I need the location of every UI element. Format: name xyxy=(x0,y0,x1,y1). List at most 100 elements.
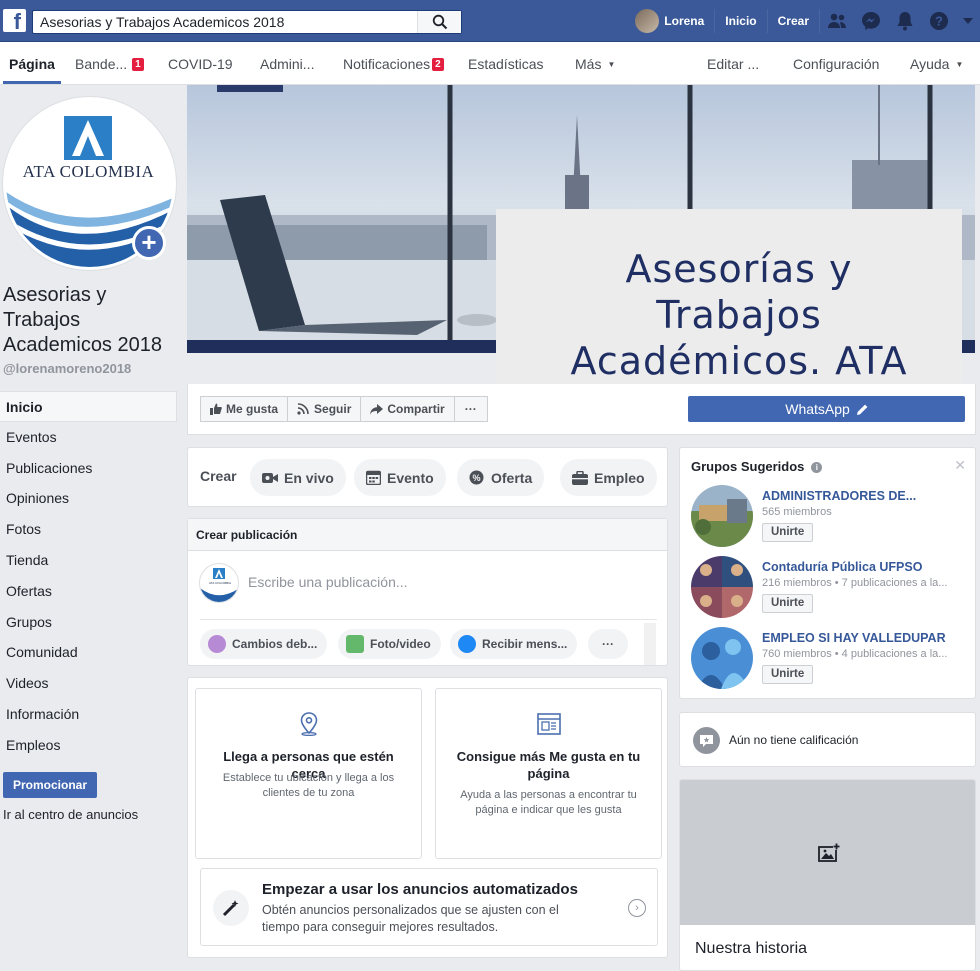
tab-label: Notificaciones xyxy=(343,56,431,72)
add-photo-button[interactable]: + xyxy=(132,226,166,260)
tab-admin[interactable]: Admini... xyxy=(260,42,314,84)
page-handle[interactable]: @lorenamoreno2018 xyxy=(3,361,131,376)
facebook-logo-icon[interactable]: f xyxy=(3,9,26,32)
tab-mas[interactable]: Más ▼ xyxy=(575,42,615,84)
tab-notificaciones[interactable]: Notificaciones 2 xyxy=(343,42,444,84)
messenger-icon[interactable] xyxy=(854,0,888,42)
caret-down-icon: ▼ xyxy=(955,60,964,69)
join-group-button[interactable]: Unirte xyxy=(762,523,814,542)
home-link[interactable]: Inicio xyxy=(715,9,768,33)
group-image[interactable] xyxy=(691,485,753,547)
calendar-icon xyxy=(366,470,381,485)
job-button[interactable]: Empleo xyxy=(560,459,657,496)
friends-icon[interactable] xyxy=(820,0,854,42)
search-button[interactable] xyxy=(417,11,461,33)
receive-messages-button[interactable]: Recibir mens... xyxy=(450,629,578,659)
photo-video-label: Foto/video xyxy=(370,637,431,651)
offer-button[interactable]: % Oferta xyxy=(457,459,545,496)
nav-item-opiniones[interactable]: Opiniones xyxy=(0,483,177,514)
group-item: Contaduría Pública UFPSO 216 miembros • … xyxy=(691,556,971,618)
nav-item-publicaciones[interactable]: Publicaciones xyxy=(0,453,177,484)
tab-bandeja[interactable]: Bande... 1 xyxy=(75,42,144,84)
change-label: Cambios deb... xyxy=(232,637,318,651)
event-button[interactable]: Evento xyxy=(354,459,446,496)
join-group-button[interactable]: Unirte xyxy=(762,665,814,684)
create-link[interactable]: Crear xyxy=(768,9,820,33)
search-input[interactable] xyxy=(33,11,423,33)
profile-logo-text: ATA COLOMBIA xyxy=(22,162,155,181)
bell-icon[interactable] xyxy=(888,0,922,42)
reach-nearby-tile[interactable]: Llega a personas que estén cerca Estable… xyxy=(195,688,422,859)
cover-title-line: Trabajos xyxy=(656,293,822,337)
nav-item-tienda[interactable]: Tienda xyxy=(0,545,177,576)
our-story-card[interactable]: Nuestra historia xyxy=(679,779,976,971)
group-item: EMPLEO SI HAY VALLEDUPAR 760 miembros • … xyxy=(691,627,971,689)
suggested-groups-card: Grupos Sugeridos i ✕ ADMINISTRADORES DE..… xyxy=(679,447,976,699)
nav-item-ofertas[interactable]: Ofertas xyxy=(0,576,177,607)
group-image[interactable] xyxy=(691,627,753,689)
tab-label: Más xyxy=(575,56,602,72)
page-title: Asesorias y Trabajos Academicos 2018 xyxy=(3,284,162,356)
offer-label: Oferta xyxy=(491,469,533,486)
group-image[interactable] xyxy=(691,556,753,618)
help-icon[interactable]: ? xyxy=(922,0,956,42)
info-icon[interactable]: i xyxy=(811,462,823,473)
follow-button[interactable]: Seguir xyxy=(287,396,362,422)
tab-label: Editar ... xyxy=(707,56,760,72)
share-button[interactable]: Compartir xyxy=(360,396,455,422)
heart-icon xyxy=(208,635,226,653)
group-name[interactable]: ADMINISTRADORES DE... xyxy=(762,489,916,503)
svg-text:%: % xyxy=(472,473,480,483)
profile-link[interactable]: Lorena xyxy=(629,9,716,33)
group-name[interactable]: Contaduría Pública UFPSO xyxy=(762,560,922,574)
caret-down-icon[interactable] xyxy=(956,0,980,42)
nav-item-videos[interactable]: Videos xyxy=(0,668,177,699)
search-box[interactable] xyxy=(32,10,462,34)
promote-button[interactable]: Promocionar xyxy=(3,772,97,798)
more-options-button[interactable]: ··· xyxy=(588,629,628,659)
change-button[interactable]: Cambios deb... xyxy=(200,629,328,659)
ads-center-link[interactable]: Ir al centro de anuncios xyxy=(3,807,138,822)
tab-estadisticas[interactable]: Estadísticas xyxy=(468,42,543,84)
post-composer-input[interactable]: Escribe una publicación... xyxy=(248,574,408,590)
page-action-bar: Me gusta Seguir Compartir ··· WhatsApp xyxy=(187,384,976,435)
nav-item-informacion[interactable]: Información xyxy=(0,699,177,730)
pencil-icon[interactable] xyxy=(856,404,868,415)
briefcase-icon xyxy=(572,470,588,485)
tile-description: Establece tu ubicación y llega a los cli… xyxy=(222,772,395,799)
search-icon xyxy=(432,14,447,30)
tab-ayuda[interactable]: Ayuda ▼ xyxy=(910,42,963,84)
like-button[interactable]: Me gusta xyxy=(200,396,289,422)
nav-item-inicio[interactable]: Inicio xyxy=(0,391,177,422)
more-likes-tile[interactable]: Consigue más Me gusta en tu página Ayuda… xyxy=(435,688,662,859)
create-post-card: Crear publicación ATA COLOMBIA Escribe u… xyxy=(187,518,668,666)
job-label: Empleo xyxy=(594,469,645,486)
photo-video-button[interactable]: Foto/video xyxy=(338,629,441,659)
whatsapp-button[interactable]: WhatsApp xyxy=(688,396,965,422)
tab-configuracion[interactable]: Configuración xyxy=(793,42,879,84)
tab-pagina[interactable]: Página xyxy=(3,42,61,84)
scrollbar[interactable] xyxy=(644,623,656,665)
automated-ads-box[interactable]: Empezar a usar los anuncios automatizado… xyxy=(200,868,658,946)
join-group-button[interactable]: Unirte xyxy=(762,594,814,613)
more-options-button[interactable]: ··· xyxy=(453,396,488,422)
page-tabs: Página Bande... 1 COVID-19 Admini... Noti… xyxy=(0,42,980,85)
group-item: ADMINISTRADORES DE... 565 miembros Unirt… xyxy=(691,485,971,547)
user-name: Lorena xyxy=(664,14,705,28)
nav-item-fotos[interactable]: Fotos xyxy=(0,514,177,545)
magic-wand-icon xyxy=(213,890,249,926)
tab-covid[interactable]: COVID-19 xyxy=(168,42,233,84)
group-name[interactable]: EMPLEO SI HAY VALLEDUPAR xyxy=(762,631,946,645)
chevron-right-icon[interactable]: › xyxy=(628,899,646,917)
automated-ads-title: Empezar a usar los anuncios automatizado… xyxy=(262,881,578,898)
page-avatar-text: ATA COLOMBIA xyxy=(209,581,231,585)
rss-icon xyxy=(297,403,309,415)
nav-item-eventos[interactable]: Eventos xyxy=(0,422,177,453)
live-button[interactable]: En vivo xyxy=(250,459,346,496)
story-image-placeholder[interactable] xyxy=(680,780,975,925)
nav-item-grupos[interactable]: Grupos xyxy=(0,607,177,638)
tab-editar[interactable]: Editar ... xyxy=(707,42,759,84)
nav-item-comunidad[interactable]: Comunidad xyxy=(0,637,177,668)
close-icon[interactable]: ✕ xyxy=(954,457,966,474)
nav-item-empleos[interactable]: Empleos xyxy=(0,730,177,761)
